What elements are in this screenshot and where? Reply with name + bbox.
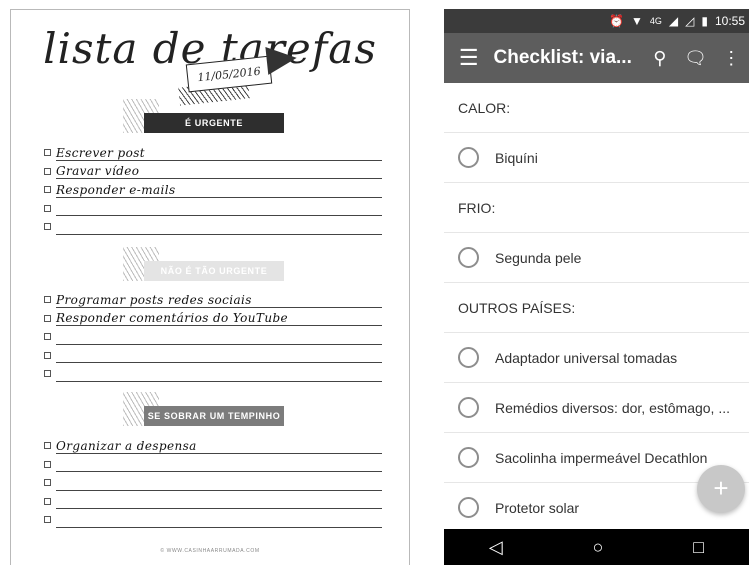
more-options-icon[interactable]: ⋮	[713, 48, 749, 69]
checkbox-icon	[44, 186, 51, 193]
task-row: Responder e-mails	[44, 181, 382, 200]
comment-icon[interactable]: 🗨	[678, 48, 714, 69]
radio-button-icon[interactable]	[458, 347, 479, 368]
checkbox-icon	[44, 479, 51, 486]
navigation-bar: ◁ ○ □	[444, 529, 749, 565]
sheet-footer: © WWW.CASINHAARRUMADA.COM	[160, 548, 260, 554]
radio-button-icon[interactable]	[458, 447, 479, 468]
checkbox-icon	[44, 516, 51, 523]
menu-icon[interactable]: ☰	[444, 45, 494, 71]
app-title: Checklist: via...	[493, 47, 632, 68]
task-row: Organizar a despensa	[44, 437, 382, 456]
todo-sheet-image: lista de tarefas 11/05/2016 É URGENTE Es…	[10, 9, 410, 565]
checkbox-icon	[44, 149, 51, 156]
checklist-item-label: Biquíni	[495, 149, 538, 166]
status-bar: ⏰ ▼ 4G ◢ ◿ ▮ 10:55	[444, 9, 749, 33]
checkbox-icon	[44, 167, 51, 175]
section-heading: É URGENTE	[144, 113, 284, 133]
list-header: OUTROS PAÍSES:	[444, 283, 749, 333]
task-row	[44, 200, 382, 219]
checklist: CALOR: Biquíni FRIO: Segunda pele OUTROS…	[444, 83, 749, 533]
checkbox-icon	[44, 333, 51, 340]
checklist-item-label: Remédios diversos: dor, estômago, ...	[495, 399, 730, 416]
task-row: Responder comentários do YouTube	[44, 310, 382, 329]
add-item-button[interactable]: +	[697, 465, 745, 513]
checkbox-icon	[44, 223, 51, 230]
radio-button-icon[interactable]	[458, 497, 479, 518]
task-row	[44, 511, 382, 530]
checkbox-icon	[44, 204, 51, 212]
checkbox-icon	[44, 370, 51, 377]
task-list-spare-time: Organizar a despensa	[44, 437, 382, 530]
list-header: CALOR:	[444, 83, 749, 133]
section-heading: SE SOBRAR UM TEMPINHO	[144, 406, 284, 426]
checkbox-icon	[44, 314, 51, 322]
radio-button-icon[interactable]	[458, 247, 479, 268]
radio-button-icon[interactable]	[458, 397, 479, 418]
task-list-not-urgent: Programar posts redes sociais Responder …	[44, 291, 382, 384]
checkbox-icon	[44, 442, 51, 449]
status-time: 10:55	[714, 14, 745, 28]
task-row	[44, 347, 382, 366]
app-bar: ☰ Checklist: via... ⚲ 🗨 ⋮	[444, 33, 749, 83]
section-heading: NÃO É TÃO URGENTE	[144, 261, 284, 281]
checklist-item-label: Sacolinha impermeável Decathlon	[495, 449, 708, 466]
task-row	[44, 456, 382, 475]
checklist-item[interactable]: Remédios diversos: dor, estômago, ...	[444, 383, 749, 433]
signal-icon: ◿	[685, 14, 695, 28]
signal-icon: ◢	[668, 14, 679, 28]
checklist-item-label: Adaptador universal tomadas	[495, 349, 678, 366]
back-icon[interactable]: ◁	[489, 537, 503, 558]
task-row	[44, 218, 382, 237]
checkbox-icon	[44, 351, 51, 359]
phone-screen: ⏰ ▼ 4G ◢ ◿ ▮ 10:55 ☰ Checklist: via... ⚲…	[444, 9, 749, 565]
radio-button-icon[interactable]	[458, 147, 479, 168]
checklist-item[interactable]: Segunda pele	[444, 233, 749, 283]
task-list-urgent: Escrever post Gravar vídeo Responder e-m…	[44, 144, 382, 237]
checklist-item[interactable]: Adaptador universal tomadas	[444, 333, 749, 383]
checkbox-icon	[44, 296, 51, 303]
task-row	[44, 493, 382, 512]
task-row: Escrever post	[44, 144, 382, 163]
battery-icon: ▮	[701, 14, 708, 28]
checkbox-icon	[44, 460, 51, 468]
network-type: 4G	[649, 16, 662, 26]
task-row: Gravar vídeo	[44, 163, 382, 182]
checklist-item-label: Segunda pele	[495, 249, 582, 266]
recents-icon[interactable]: □	[693, 537, 704, 558]
task-row: Programar posts redes sociais	[44, 291, 382, 310]
home-icon[interactable]: ○	[593, 537, 604, 558]
wifi-icon: ▼	[630, 14, 643, 28]
checkbox-icon	[44, 497, 51, 505]
checklist-item[interactable]: Biquíni	[444, 133, 749, 183]
alarm-icon: ⏰	[609, 14, 624, 28]
search-icon[interactable]: ⚲	[642, 48, 678, 69]
checklist-item-label: Protetor solar	[495, 499, 580, 516]
task-row	[44, 328, 382, 347]
task-row	[44, 365, 382, 384]
task-row	[44, 474, 382, 493]
list-header: FRIO:	[444, 183, 749, 233]
